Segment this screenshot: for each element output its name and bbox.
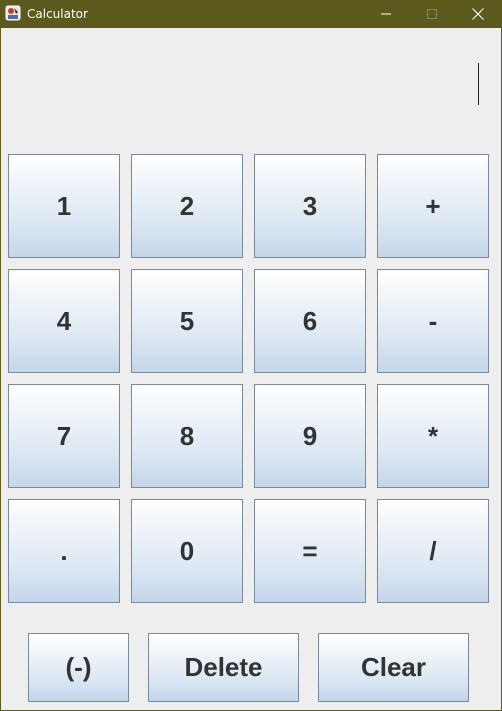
key-1[interactable]: 1	[8, 154, 120, 258]
maximize-button[interactable]	[409, 0, 455, 28]
key-multiply[interactable]: *	[377, 384, 489, 488]
negate-button[interactable]: (-)	[28, 633, 129, 702]
minimize-icon	[381, 13, 391, 15]
text-caret	[478, 63, 479, 105]
key-decimal[interactable]: .	[8, 499, 120, 603]
minimize-button[interactable]	[363, 0, 409, 28]
window-title: Calculator	[27, 7, 88, 21]
key-6[interactable]: 6	[254, 269, 366, 373]
key-equals[interactable]: =	[254, 499, 366, 603]
maximize-icon	[427, 9, 437, 19]
key-9[interactable]: 9	[254, 384, 366, 488]
calculator-window: Calculator 1 2 3 + 4 5 6 - 7 8 9 * . 0 =…	[0, 0, 502, 711]
calculator-app-icon	[5, 5, 21, 21]
delete-button[interactable]: Delete	[148, 633, 299, 702]
close-button[interactable]	[455, 0, 501, 28]
key-3[interactable]: 3	[254, 154, 366, 258]
key-8[interactable]: 8	[131, 384, 243, 488]
key-divide[interactable]: /	[377, 499, 489, 603]
clear-button[interactable]: Clear	[318, 633, 469, 702]
key-7[interactable]: 7	[8, 384, 120, 488]
title-bar: Calculator	[1, 0, 501, 28]
key-0[interactable]: 0	[131, 499, 243, 603]
key-2[interactable]: 2	[131, 154, 243, 258]
display-field[interactable]	[9, 40, 493, 140]
key-5[interactable]: 5	[131, 269, 243, 373]
key-plus[interactable]: +	[377, 154, 489, 258]
close-icon	[472, 8, 484, 20]
key-4[interactable]: 4	[8, 269, 120, 373]
key-minus[interactable]: -	[377, 269, 489, 373]
